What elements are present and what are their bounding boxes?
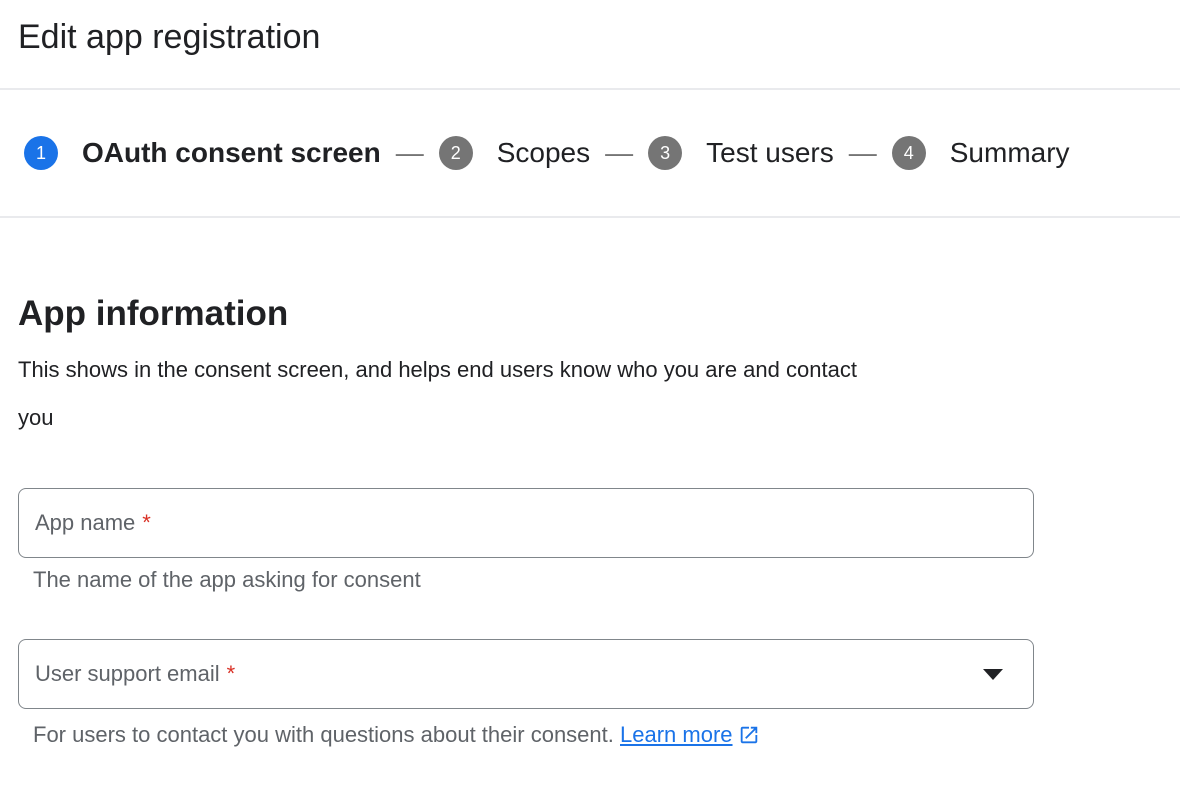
step-3-badge: 3 (648, 136, 682, 170)
step-test-users[interactable]: 3 Test users (648, 136, 834, 170)
step-4-label: Summary (950, 137, 1070, 169)
section-description-line: This shows in the consent screen, and he… (18, 346, 1162, 394)
required-asterisk: * (142, 510, 151, 536)
user-support-email-select[interactable]: User support email * (18, 639, 1034, 709)
step-oauth-consent-screen[interactable]: 1 OAuth consent screen (24, 136, 381, 170)
external-link-icon (738, 724, 760, 746)
step-4-badge: 4 (892, 136, 926, 170)
user-support-email-helper: For users to contact you with questions … (33, 721, 1162, 748)
step-summary[interactable]: 4 Summary (892, 136, 1070, 170)
step-scopes[interactable]: 2 Scopes (439, 136, 590, 170)
required-asterisk: * (227, 661, 236, 687)
step-3-label: Test users (706, 137, 834, 169)
step-1-label: OAuth consent screen (82, 137, 381, 169)
learn-more-link[interactable]: Learn more (620, 722, 733, 747)
step-1-badge: 1 (24, 136, 58, 170)
page-title: Edit app registration (0, 0, 1180, 58)
app-name-label: App name (35, 510, 135, 536)
app-name-field[interactable]: App name * (18, 488, 1034, 558)
stepper: 1 OAuth consent screen — 2 Scopes — 3 Te… (0, 90, 1180, 216)
section-heading: App information (18, 292, 1162, 336)
section-description-line: you (18, 394, 1162, 442)
step-2-badge: 2 (439, 136, 473, 170)
user-support-email-label: User support email (35, 661, 220, 687)
app-name-helper: The name of the app asking for consent (33, 566, 1162, 593)
user-support-email-helper-text: For users to contact you with questions … (33, 722, 614, 747)
step-separator: — (396, 137, 424, 169)
step-separator: — (849, 137, 877, 169)
step-2-label: Scopes (497, 137, 590, 169)
dropdown-arrow-icon (983, 669, 1003, 680)
section-description: This shows in the consent screen, and he… (18, 346, 1162, 442)
divider (0, 216, 1180, 218)
step-separator: — (605, 137, 633, 169)
